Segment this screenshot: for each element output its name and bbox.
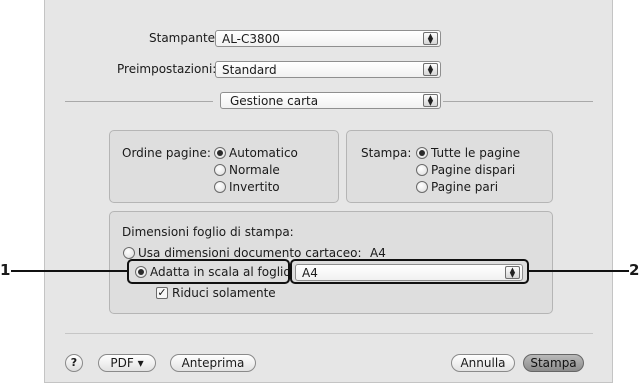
- panel-popup[interactable]: Gestione carta ▲ ▼: [220, 92, 441, 109]
- presets-value: Standard: [222, 63, 277, 77]
- presets-label: Preimpostazioni:: [117, 62, 217, 76]
- panel-value: Gestione carta: [230, 94, 319, 108]
- checkmark-icon: ✓: [157, 286, 167, 299]
- radio-normale[interactable]: [214, 164, 226, 176]
- radio-dispari-label[interactable]: Pagine dispari: [431, 163, 515, 177]
- radio-automatico[interactable]: [214, 147, 226, 159]
- updown-arrows-icon: ▲ ▼: [423, 63, 438, 76]
- radio-invertito-label[interactable]: Invertito: [229, 180, 280, 194]
- paper-size-title: Dimensioni foglio di stampa:: [122, 225, 294, 239]
- radio-invertito[interactable]: [214, 181, 226, 193]
- radio-pari-label[interactable]: Pagine pari: [431, 180, 498, 194]
- radio-automatico-label[interactable]: Automatico: [229, 146, 298, 160]
- help-button[interactable]: ?: [65, 354, 83, 372]
- callout-number-1: 1: [0, 261, 11, 279]
- print-button[interactable]: Stampa: [523, 354, 584, 372]
- callout-box-1: [127, 259, 290, 284]
- radio-tutte-le-pagine[interactable]: [416, 147, 428, 159]
- callout-line-1: [11, 270, 127, 272]
- print-pages-label: Stampa:: [361, 146, 412, 160]
- divider-right: [443, 101, 593, 102]
- callout-number-2: 2: [629, 261, 639, 279]
- divider-left: [65, 101, 213, 102]
- printer-value: AL-C3800: [222, 32, 280, 46]
- bottom-divider: [65, 333, 593, 334]
- preview-button[interactable]: Anteprima: [170, 354, 256, 372]
- radio-pagine-dispari[interactable]: [416, 164, 428, 176]
- cancel-button[interactable]: Annulla: [451, 354, 515, 372]
- scale-down-only-checkbox[interactable]: ✓: [156, 287, 168, 299]
- use-document-size-label[interactable]: Usa dimensioni documento cartaceo:: [138, 246, 362, 260]
- presets-popup[interactable]: Standard ▲ ▼: [215, 61, 441, 78]
- page-order-label: Ordine pagine:: [122, 146, 211, 160]
- scale-down-only-label[interactable]: Riduci solamente: [172, 286, 276, 300]
- radio-tutte-label[interactable]: Tutte le pagine: [431, 146, 520, 160]
- updown-arrows-icon: ▲ ▼: [423, 32, 438, 45]
- pdf-menu-button[interactable]: PDF ▾: [98, 354, 156, 372]
- callout-box-2: [290, 259, 529, 284]
- radio-use-document-size[interactable]: [123, 247, 135, 259]
- printer-label: Stampante:: [149, 31, 220, 45]
- printer-popup[interactable]: AL-C3800 ▲ ▼: [215, 30, 441, 47]
- document-size-value: A4: [370, 246, 386, 260]
- radio-normale-label[interactable]: Normale: [229, 163, 280, 177]
- updown-arrows-icon: ▲ ▼: [423, 94, 438, 107]
- radio-pagine-pari[interactable]: [416, 181, 428, 193]
- callout-line-2: [529, 270, 629, 272]
